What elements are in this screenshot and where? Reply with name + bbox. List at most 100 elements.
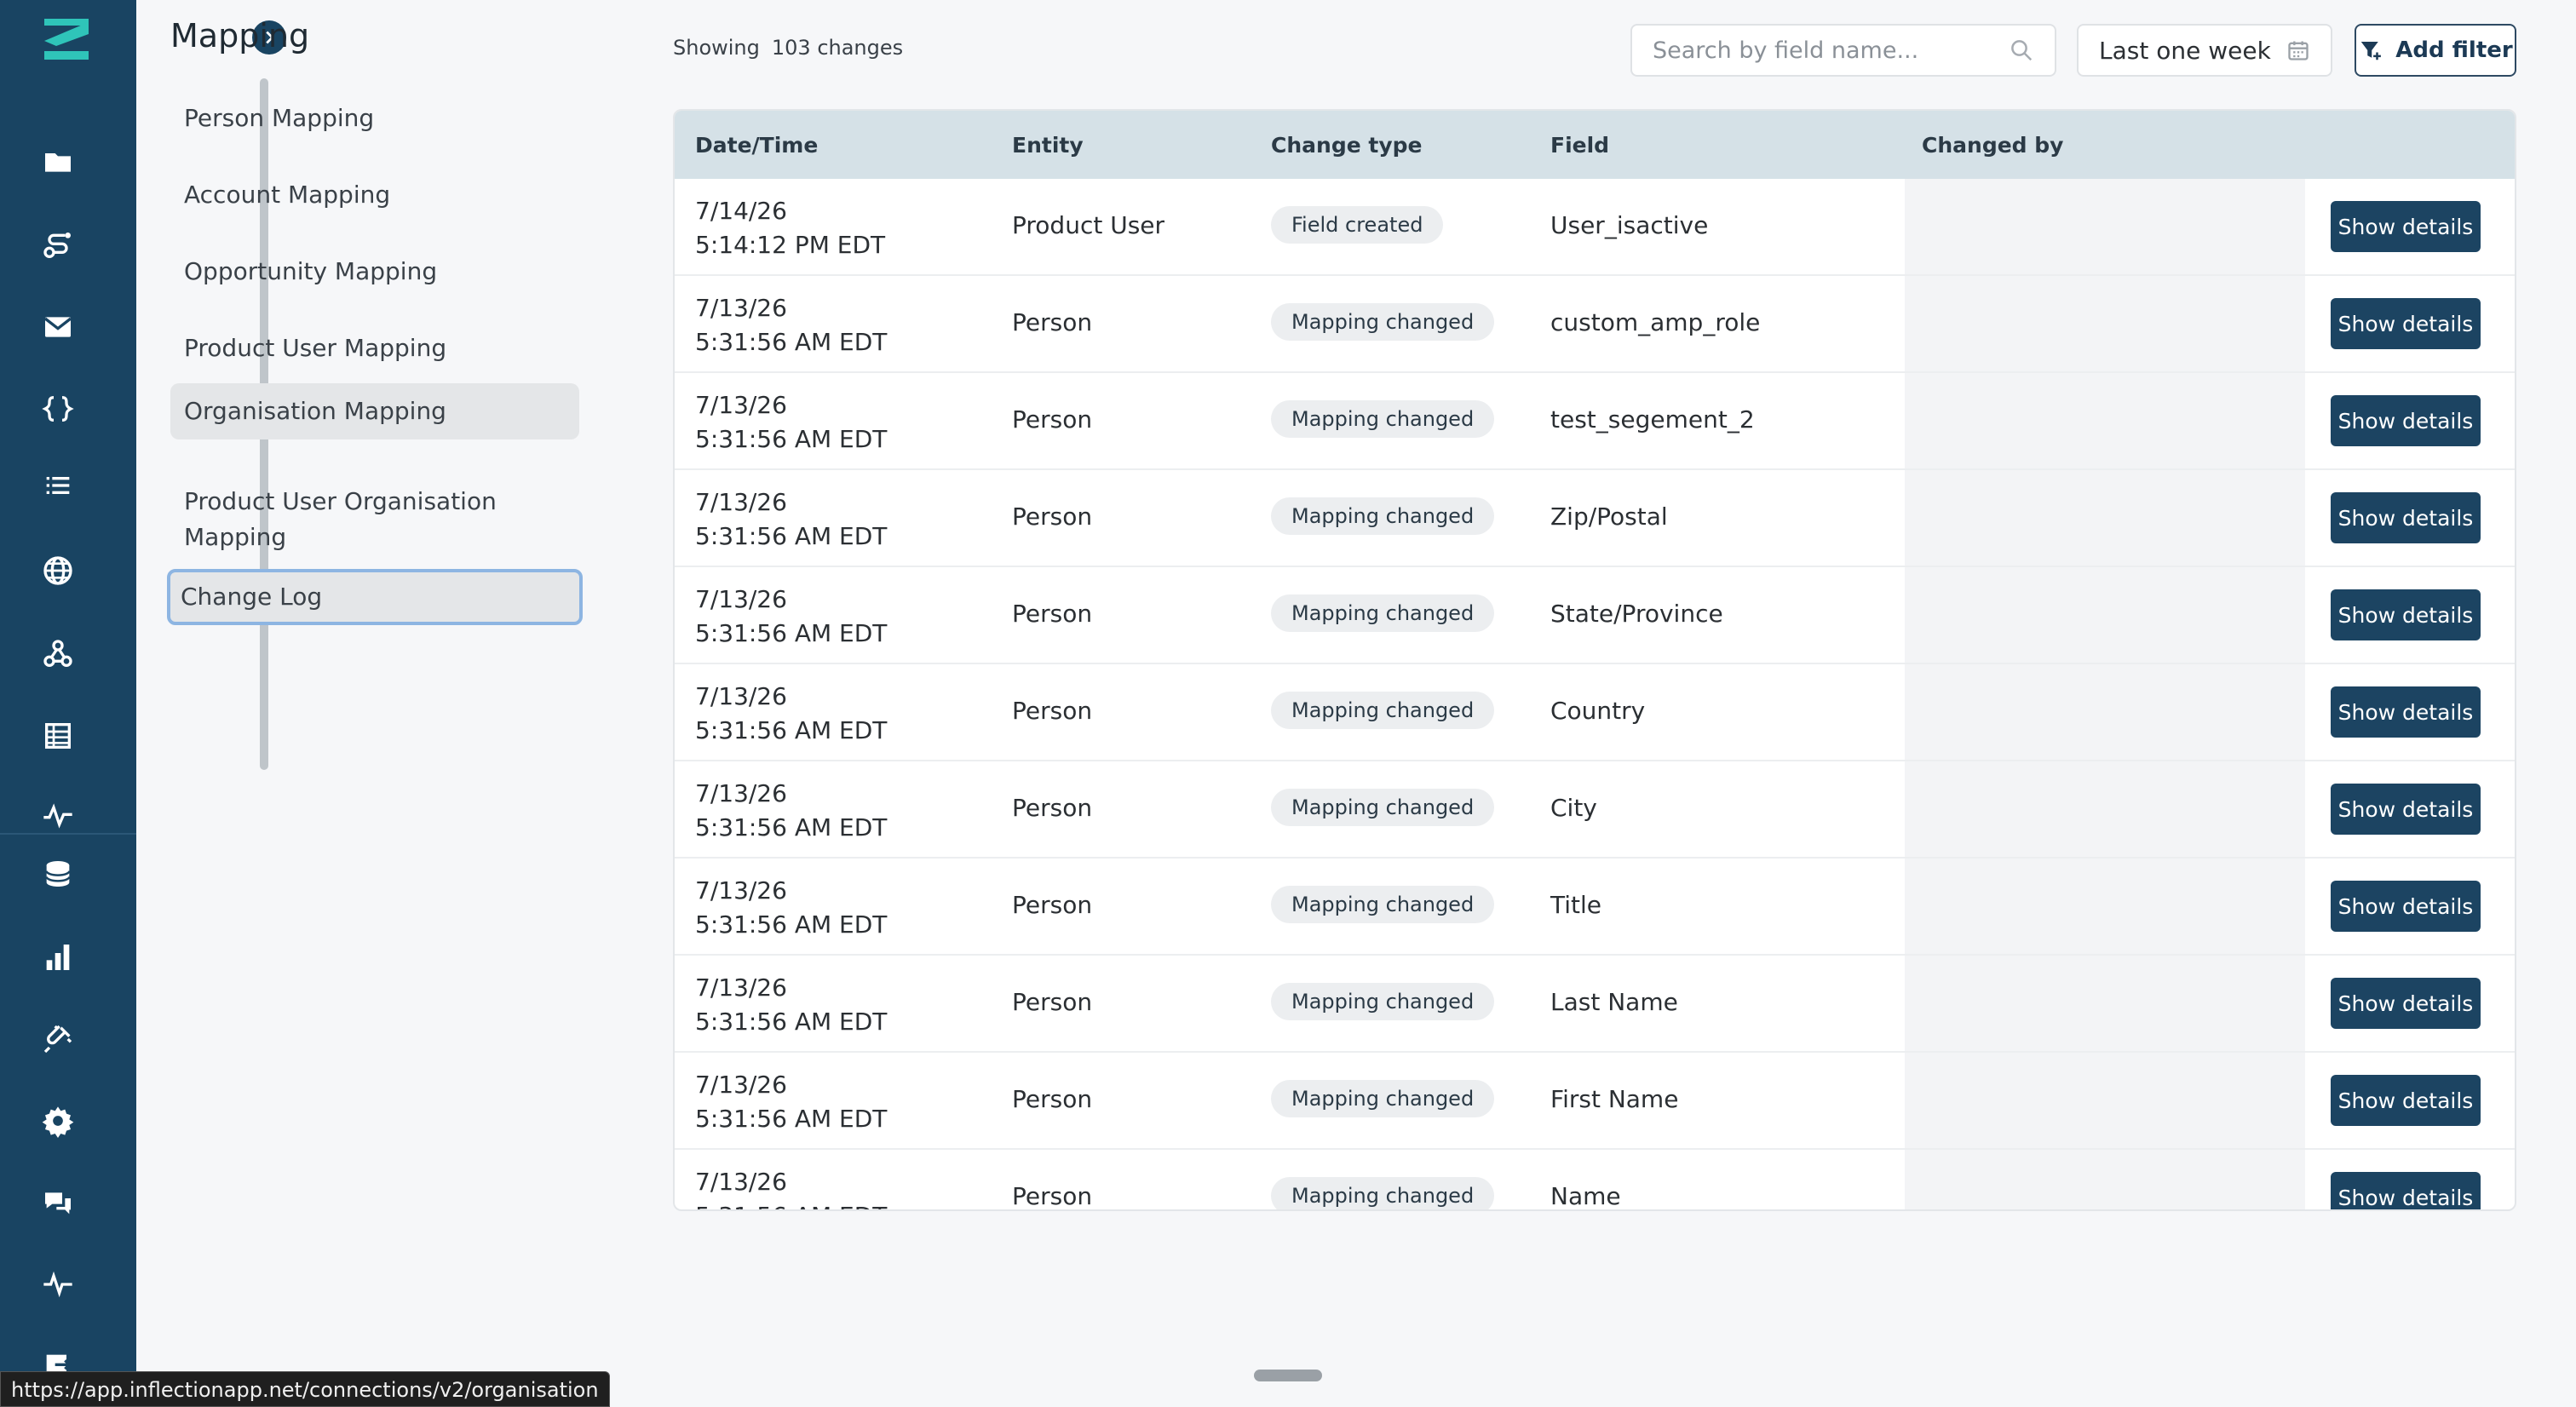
brand-logo-icon[interactable] <box>39 15 94 63</box>
mail-icon[interactable] <box>37 307 78 347</box>
cell-time: 5:31:56 AM EDT <box>695 813 888 841</box>
cell-date: 7/14/26 <box>695 197 787 225</box>
change-log-table: Date/Time Entity Change type Field Chang… <box>673 109 2516 1211</box>
cell-date: 7/13/26 <box>695 585 787 613</box>
cell-datetime: 7/13/26 5:31:56 AM EDT <box>695 971 887 1039</box>
add-filter-button[interactable]: Add filter <box>2355 24 2516 77</box>
globe-icon[interactable] <box>37 550 78 591</box>
cell-datetime: 7/13/26 5:31:56 AM EDT <box>695 583 887 651</box>
table-row[interactable]: 7/13/26 5:31:56 AM EDT Person Mapping chang… <box>675 470 2515 567</box>
table-icon[interactable] <box>37 715 78 756</box>
nav-item-opportunity-mapping[interactable]: Opportunity Mapping <box>170 244 579 300</box>
add-filter-label: Add filter <box>2395 37 2513 63</box>
cell-time: 5:31:56 AM EDT <box>695 425 888 453</box>
calendar-icon <box>2288 41 2309 60</box>
cell-entity: Person <box>1012 988 1093 1016</box>
change-type-badge: Mapping changed <box>1271 886 1495 923</box>
cell-entity: Person <box>1012 1182 1093 1210</box>
cell-time: 5:31:56 AM EDT <box>695 1008 888 1036</box>
list-icon[interactable] <box>37 465 78 506</box>
change-type-badge: Mapping changed <box>1271 983 1495 1020</box>
nav-item-person-mapping[interactable]: Person Mapping <box>170 90 579 146</box>
chat-icon[interactable] <box>37 1182 78 1223</box>
table-row[interactable]: 7/13/26 5:31:56 AM EDT Person Mapping chang… <box>675 567 2515 664</box>
cell-datetime: 7/13/26 5:31:56 AM EDT <box>695 291 887 359</box>
table-row[interactable]: 7/13/26 5:31:56 AM EDT Person Mapping chang… <box>675 1150 2515 1210</box>
icon-rail <box>0 0 136 1407</box>
cell-datetime: 7/13/26 5:31:56 AM EDT <box>695 777 887 845</box>
change-type-badge: Field created <box>1271 206 1444 244</box>
change-type-badge: Mapping changed <box>1271 789 1495 826</box>
activity-icon[interactable] <box>37 795 78 836</box>
column-header-changed-by[interactable]: Changed by <box>1922 133 2063 158</box>
show-details-button[interactable]: Show details <box>2331 1172 2481 1209</box>
column-header-field[interactable]: Field <box>1550 133 1609 158</box>
rail-divider <box>0 833 136 835</box>
webhook-icon[interactable] <box>37 634 78 675</box>
page-title: Mapping <box>170 17 310 55</box>
show-details-button[interactable]: Show details <box>2331 978 2481 1029</box>
change-type-badge: Mapping changed <box>1271 400 1495 438</box>
pulse-icon[interactable] <box>37 1264 78 1305</box>
cell-entity: Person <box>1012 1085 1093 1113</box>
cell-time: 5:14:12 PM EDT <box>695 231 886 259</box>
table-row[interactable]: 7/13/26 5:31:56 AM EDT Person Mapping chang… <box>675 761 2515 859</box>
table-row[interactable]: 7/14/26 5:14:12 PM EDT Product User Field c… <box>675 179 2515 276</box>
table-row[interactable]: 7/13/26 5:31:56 AM EDT Person Mapping chang… <box>675 859 2515 956</box>
plug-icon[interactable] <box>37 1019 78 1060</box>
show-details-button[interactable]: Show details <box>2331 395 2481 446</box>
cell-time: 5:31:56 AM EDT <box>695 619 888 647</box>
table-row[interactable]: 7/13/26 5:31:56 AM EDT Person Mapping chang… <box>675 373 2515 470</box>
database-icon[interactable] <box>37 853 78 894</box>
column-header-datetime[interactable]: Date/Time <box>695 133 818 158</box>
show-details-button[interactable]: Show details <box>2331 589 2481 640</box>
nav-item-account-mapping[interactable]: Account Mapping <box>170 167 579 223</box>
cell-date: 7/13/26 <box>695 391 787 419</box>
change-type-badge: Mapping changed <box>1271 303 1495 341</box>
nav-item-product-user-organisation-mapping[interactable]: Product User Organisation Mapping <box>170 474 528 566</box>
show-details-button[interactable]: Show details <box>2331 686 2481 738</box>
code-braces-icon[interactable] <box>37 388 78 429</box>
cell-field: City <box>1550 794 1597 822</box>
nav-item-product-user-mapping[interactable]: Product User Mapping <box>170 320 579 376</box>
table-row[interactable]: 7/13/26 5:31:56 AM EDT Person Mapping chang… <box>675 276 2515 373</box>
table-row[interactable]: 7/13/26 5:31:56 AM EDT Person Mapping chang… <box>675 1053 2515 1150</box>
table-row[interactable]: 7/13/26 5:31:56 AM EDT Person Mapping chang… <box>675 956 2515 1053</box>
cell-field: User_isactive <box>1550 211 1709 239</box>
column-header-change-type[interactable]: Change type <box>1271 133 1422 158</box>
cell-entity: Person <box>1012 600 1093 628</box>
show-details-button[interactable]: Show details <box>2331 298 2481 349</box>
show-details-button[interactable]: Show details <box>2331 1075 2481 1126</box>
show-details-button[interactable]: Show details <box>2331 492 2481 543</box>
cell-field: test_segement_2 <box>1550 405 1755 434</box>
column-header-entity[interactable]: Entity <box>1012 133 1084 158</box>
cell-entity: Person <box>1012 697 1093 725</box>
cell-field: custom_amp_role <box>1550 308 1761 336</box>
search-box[interactable] <box>1630 24 2056 77</box>
bar-chart-icon[interactable] <box>37 937 78 978</box>
gear-icon[interactable] <box>37 1100 78 1141</box>
cell-datetime: 7/13/26 5:31:56 AM EDT <box>695 388 887 457</box>
journey-icon[interactable] <box>37 225 78 266</box>
filter-plus-icon <box>2361 42 2382 60</box>
date-range-label: Last one week <box>2099 36 2271 65</box>
cell-date: 7/13/26 <box>695 876 787 904</box>
folder-icon[interactable] <box>37 141 78 182</box>
change-type-badge: Mapping changed <box>1271 1177 1495 1209</box>
show-details-button[interactable]: Show details <box>2331 784 2481 835</box>
nav-item-organisation-mapping[interactable]: Organisation Mapping <box>170 383 579 439</box>
cell-entity: Person <box>1012 502 1093 531</box>
cell-date: 7/13/26 <box>695 1071 787 1099</box>
table-row[interactable]: 7/13/26 5:31:56 AM EDT Person Mapping chang… <box>675 664 2515 761</box>
cell-datetime: 7/13/26 5:31:56 AM EDT <box>695 874 887 942</box>
show-details-button[interactable]: Show details <box>2331 881 2481 932</box>
date-range-picker[interactable]: Last one week <box>2077 24 2332 77</box>
cell-field: State/Province <box>1550 600 1723 628</box>
resize-handle[interactable] <box>1254 1370 1322 1381</box>
search-input[interactable] <box>1653 37 2009 64</box>
cell-entity: Person <box>1012 891 1093 919</box>
show-details-button[interactable]: Show details <box>2331 201 2481 252</box>
nav-item-change-log[interactable]: Change Log <box>167 569 583 625</box>
cell-entity: Person <box>1012 794 1093 822</box>
cell-field: Title <box>1550 891 1602 919</box>
